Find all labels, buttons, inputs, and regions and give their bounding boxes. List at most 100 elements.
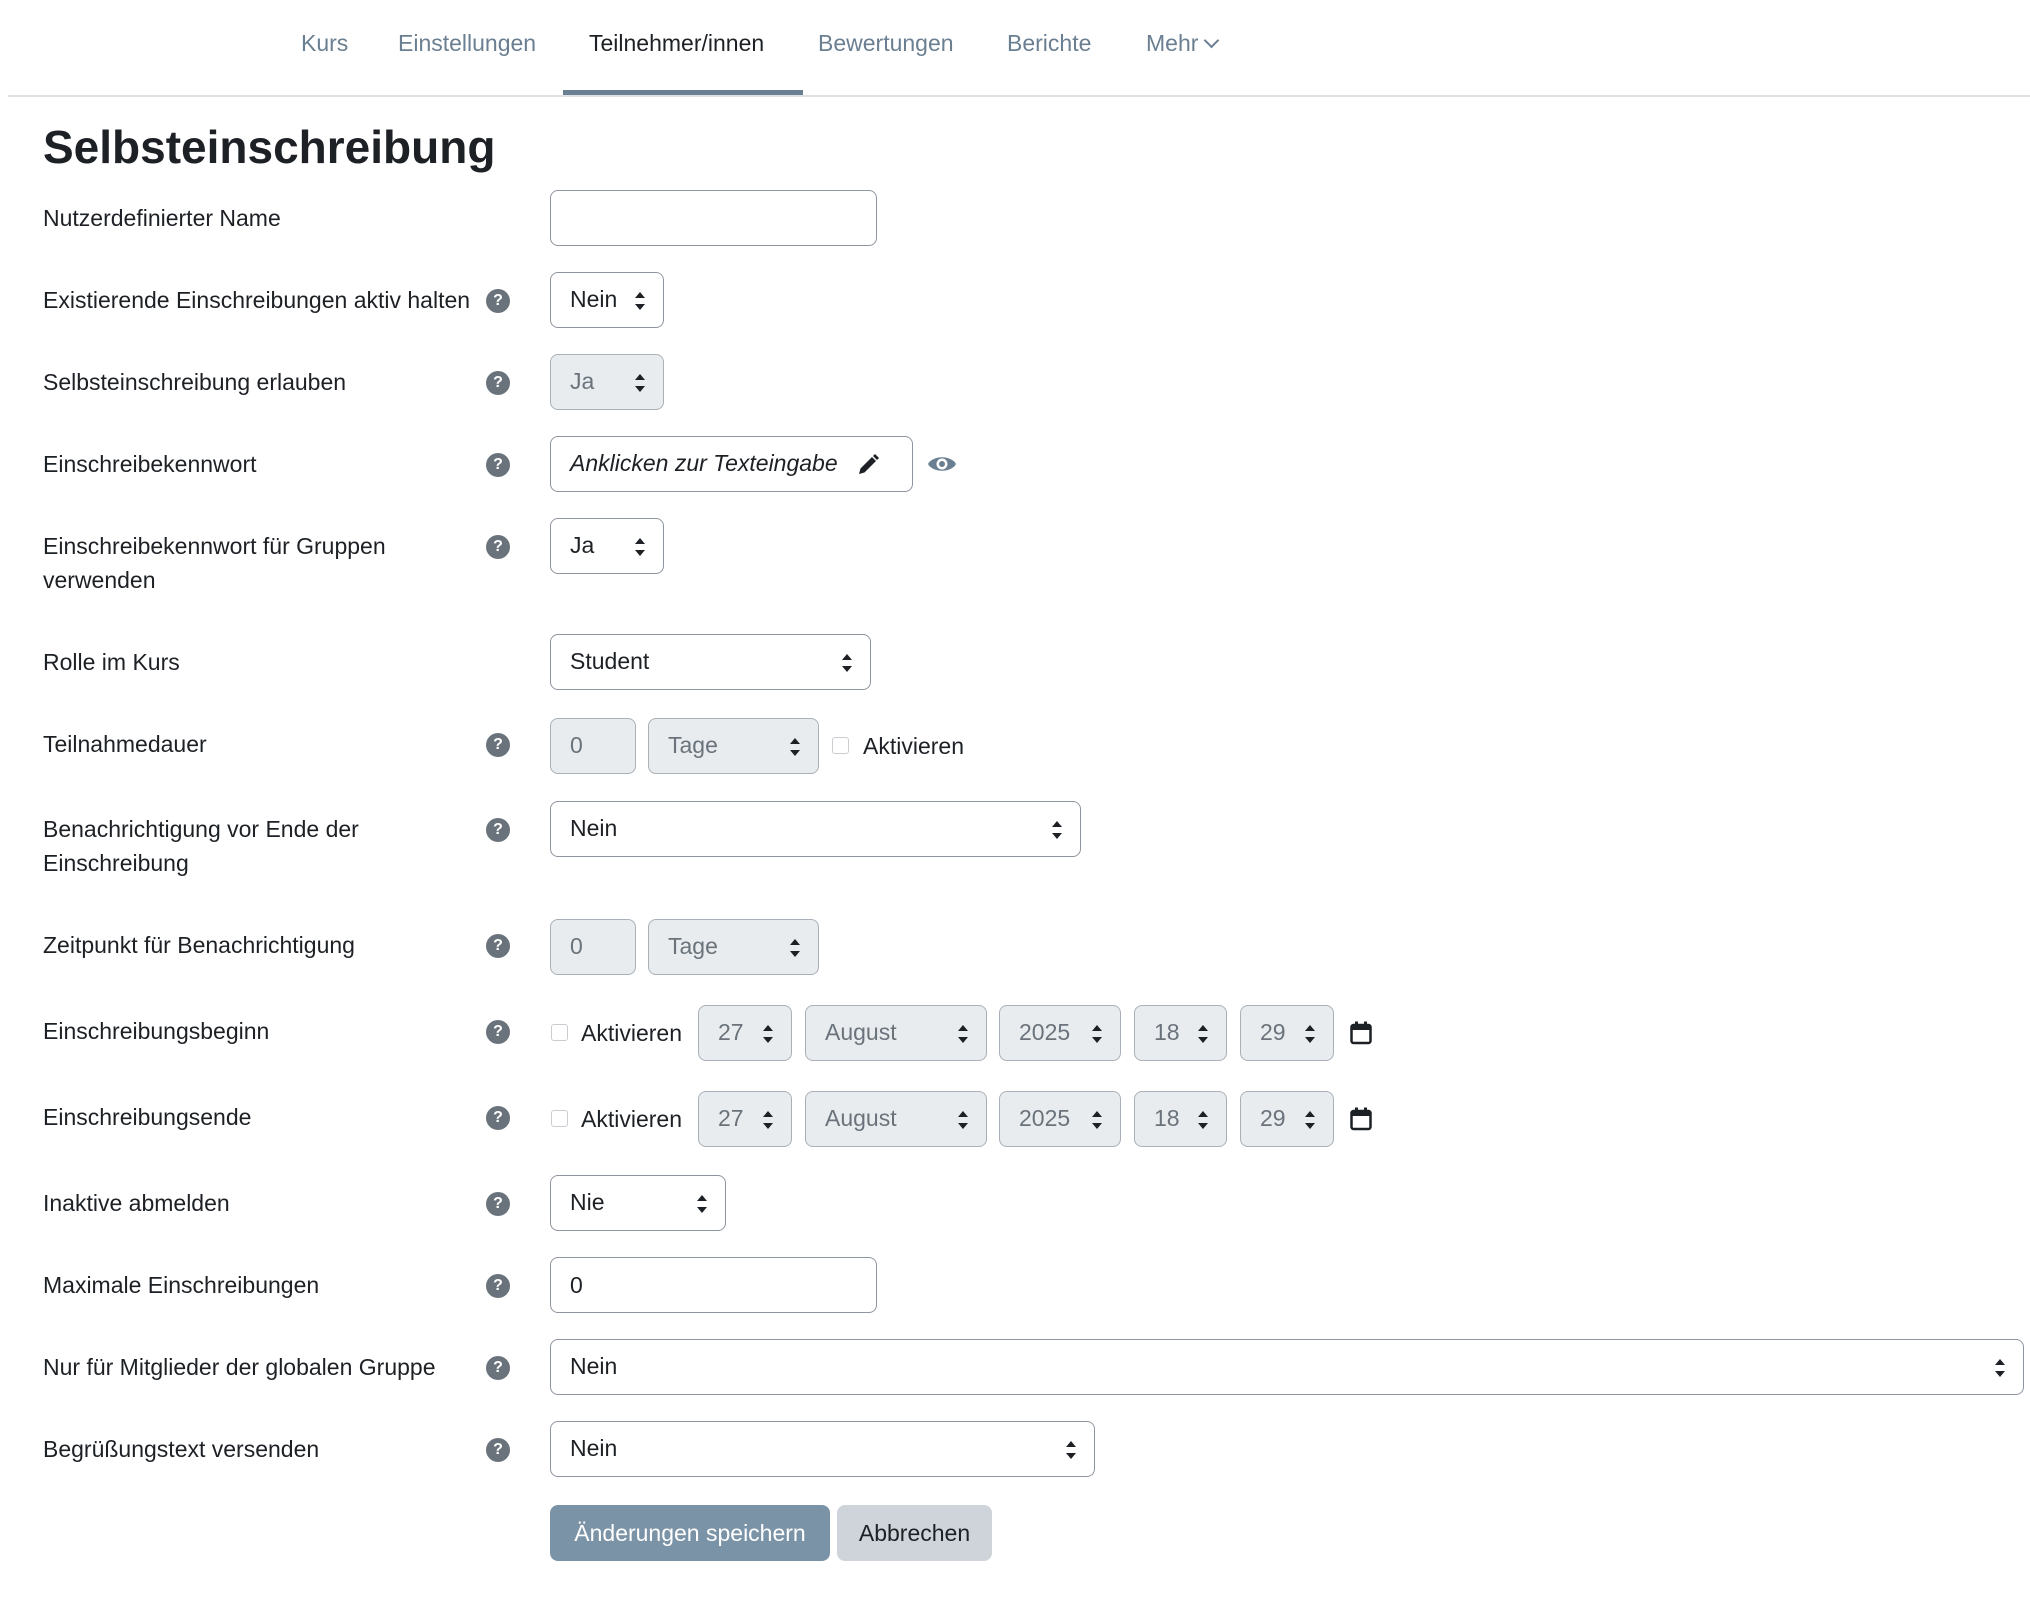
expiry-notify-value: Nein: [570, 815, 618, 841]
unenrol-inactive-select[interactable]: Nie: [550, 1175, 726, 1231]
custom-name-input[interactable]: [550, 190, 877, 246]
tab-mehr-label: Mehr: [1146, 30, 1199, 56]
help-icon[interactable]: ?: [486, 1192, 510, 1216]
help-icon[interactable]: ?: [486, 289, 510, 313]
end-day-value: 27: [718, 1105, 744, 1131]
help-icon[interactable]: ?: [486, 1106, 510, 1130]
duration-enable-label: Aktivieren: [863, 733, 964, 759]
password-inplace-editable[interactable]: Anklicken zur Texteingabe: [550, 436, 913, 492]
start-enable-checkbox[interactable]: [551, 1024, 568, 1041]
keep-active-value: Nein: [570, 286, 618, 312]
select-arrows-icon: [790, 939, 800, 957]
save-button[interactable]: Änderungen speichern: [550, 1505, 830, 1561]
tab-mehr[interactable]: Mehr: [1146, 30, 1220, 57]
secondary-navigation: Kurs Einstellungen Teilnehmer/innen Bewe…: [8, 0, 2030, 97]
end-month-select[interactable]: August: [805, 1091, 987, 1147]
calendar-icon[interactable]: [1350, 1107, 1372, 1131]
help-icon[interactable]: ?: [486, 1020, 510, 1044]
keep-active-select[interactable]: Nein: [550, 272, 664, 328]
end-enable-checkbox[interactable]: [551, 1110, 568, 1127]
end-minute-select[interactable]: 29: [1240, 1091, 1334, 1147]
select-arrows-icon: [763, 1111, 773, 1129]
group-key-value: Ja: [570, 532, 595, 558]
expiry-notify-select[interactable]: Nein: [550, 801, 1081, 857]
select-arrows-icon: [1066, 1441, 1076, 1459]
start-minute-select[interactable]: 29: [1240, 1005, 1334, 1061]
select-arrows-icon: [1305, 1025, 1315, 1043]
group-key-select[interactable]: Ja: [550, 518, 664, 574]
duration-enable-checkbox[interactable]: [832, 737, 849, 754]
label-unenrol-inactive: Inaktive abmelden: [43, 1190, 230, 1216]
select-arrows-icon: [842, 654, 852, 672]
start-year-select[interactable]: 2025: [999, 1005, 1121, 1061]
label-role: Rolle im Kurs: [43, 649, 180, 675]
allow-self-select[interactable]: Ja: [550, 354, 664, 410]
duration-number-value: 0: [570, 732, 583, 758]
start-enable-label: Aktivieren: [581, 1020, 682, 1046]
max-enrolled-input[interactable]: [550, 1257, 877, 1313]
calendar-icon[interactable]: [1350, 1021, 1372, 1045]
start-month-value: August: [825, 1019, 897, 1045]
start-month-select[interactable]: August: [805, 1005, 987, 1061]
help-icon[interactable]: ?: [486, 535, 510, 559]
role-select[interactable]: Student: [550, 634, 871, 690]
start-day-value: 27: [718, 1019, 744, 1045]
cancel-button[interactable]: Abbrechen: [837, 1505, 992, 1561]
end-year-value: 2025: [1019, 1105, 1071, 1131]
start-hour-value: 18: [1154, 1019, 1180, 1045]
chevron-down-icon: [1204, 32, 1220, 49]
duration-number-input[interactable]: 0: [550, 718, 636, 774]
pencil-icon: [859, 454, 879, 474]
end-day-select[interactable]: 27: [698, 1091, 792, 1147]
help-icon[interactable]: ?: [486, 453, 510, 477]
label-expiry-notify-line2: Einschreibung: [43, 850, 189, 876]
label-max-enrolled: Maximale Einschreibungen: [43, 1272, 320, 1298]
welcome-value: Nein: [570, 1435, 618, 1461]
select-arrows-icon: [958, 1025, 968, 1043]
tab-berichte[interactable]: Berichte: [1007, 30, 1091, 57]
end-year-select[interactable]: 2025: [999, 1091, 1121, 1147]
notify-time-unit-value: Tage: [668, 933, 718, 959]
notify-time-unit-select[interactable]: Tage: [648, 919, 819, 975]
select-arrows-icon: [763, 1025, 773, 1043]
select-arrows-icon: [635, 292, 645, 310]
label-password: Einschreibekennwort: [43, 451, 257, 477]
page-title: Selbsteinschreibung: [43, 121, 496, 173]
help-icon[interactable]: ?: [486, 1356, 510, 1380]
help-icon[interactable]: ?: [486, 733, 510, 757]
unenrol-inactive-value: Nie: [570, 1189, 605, 1215]
cohort-only-value: Nein: [570, 1353, 618, 1379]
select-arrows-icon: [1198, 1025, 1208, 1043]
start-day-select[interactable]: 27: [698, 1005, 792, 1061]
label-notify-time: Zeitpunkt für Benachrichtigung: [43, 932, 355, 958]
eye-icon[interactable]: [927, 452, 957, 476]
label-duration: Teilnahmedauer: [43, 731, 207, 757]
label-keep-active: Existierende Einschreibungen aktiv halte…: [43, 287, 471, 313]
help-icon[interactable]: ?: [486, 1438, 510, 1462]
tab-kurs[interactable]: Kurs: [301, 30, 348, 57]
tab-teilnehmer[interactable]: Teilnehmer/innen: [589, 30, 764, 57]
start-hour-select[interactable]: 18: [1134, 1005, 1227, 1061]
help-icon[interactable]: ?: [486, 371, 510, 395]
label-cohort-only: Nur für Mitglieder der globalen Gruppe: [43, 1354, 436, 1380]
end-hour-select[interactable]: 18: [1134, 1091, 1227, 1147]
active-tab-indicator: [563, 90, 803, 95]
tab-bewertungen[interactable]: Bewertungen: [818, 30, 954, 57]
notify-time-number-input[interactable]: 0: [550, 919, 636, 975]
notify-time-number-value: 0: [570, 933, 583, 959]
duration-unit-select[interactable]: Tage: [648, 718, 819, 774]
select-arrows-icon: [1052, 821, 1062, 839]
help-icon[interactable]: ?: [486, 1274, 510, 1298]
cohort-only-select[interactable]: Nein: [550, 1339, 2024, 1395]
select-arrows-icon: [958, 1111, 968, 1129]
select-arrows-icon: [1995, 1359, 2005, 1377]
end-enable-label: Aktivieren: [581, 1106, 682, 1132]
end-hour-value: 18: [1154, 1105, 1180, 1131]
select-arrows-icon: [635, 374, 645, 392]
label-expiry-notify: Benachrichtigung vor Ende der Einschreibu…: [43, 812, 483, 880]
help-icon[interactable]: ?: [486, 818, 510, 842]
tab-einstellungen[interactable]: Einstellungen: [398, 30, 536, 57]
label-welcome: Begrüßungstext versenden: [43, 1436, 320, 1462]
welcome-select[interactable]: Nein: [550, 1421, 1095, 1477]
help-icon[interactable]: ?: [486, 934, 510, 958]
